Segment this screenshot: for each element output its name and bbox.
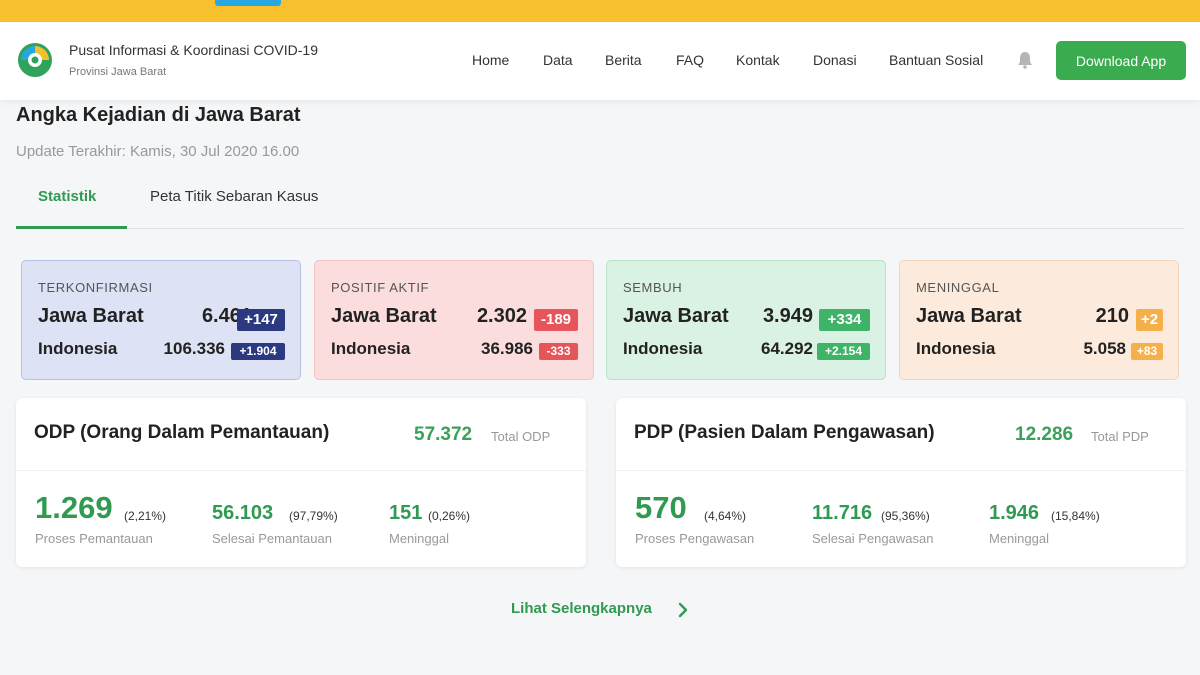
odp-selesai-label: Selesai Pemantauan	[212, 531, 332, 546]
pdp-meninggal-value: 1.946	[989, 502, 1040, 524]
card-terkonfirmasi: TERKONFIRMASI Jawa Barat 6.461 +147 Indo…	[21, 260, 301, 380]
jabar-delta-badge: +2	[1136, 309, 1163, 331]
pdp-selesai-label: Selesai Pengawasan	[812, 531, 934, 546]
jabar-delta-badge: +147	[237, 309, 285, 331]
card-title: TERKONFIRMASI	[38, 280, 153, 295]
page-title: Angka Kejadian di Jawa Barat	[16, 104, 301, 126]
pikobar-logo[interactable]	[16, 41, 54, 79]
panel-divider	[616, 470, 1186, 471]
odp-meninggal-pct: (0,26%)	[428, 509, 471, 523]
pdp-proses-label: Proses Pengawasan	[635, 531, 755, 546]
odp-panel: ODP (Orang Dalam Pemantauan) 57.372 Tota…	[16, 398, 586, 567]
tab-statistik[interactable]: Statistik	[38, 188, 96, 205]
odp-proses-pct: (2,21%)	[124, 509, 167, 523]
card-sembuh: SEMBUH Jawa Barat 3.949 +334 Indonesia 6…	[606, 260, 886, 380]
odp-selesai-value: 56.103	[212, 502, 274, 524]
odp-proses-value: 1.269	[35, 490, 113, 525]
odp-total-value: 57.372	[414, 424, 473, 445]
see-more-link[interactable]: Lihat Selengkapnya	[511, 600, 652, 617]
pdp-selesai-value: 11.716	[812, 502, 873, 524]
indonesia-value: 106.336	[163, 339, 225, 358]
pdp-total-label: Total PDP	[1091, 429, 1149, 444]
pdp-selesai-pct: (95,36%)	[881, 509, 930, 523]
nav-home[interactable]: Home	[472, 52, 509, 68]
card-title: MENINGGAL	[916, 280, 1000, 295]
last-update-text: Update Terakhir: Kamis, 30 Jul 2020 16.0…	[16, 143, 300, 160]
card-title: SEMBUH	[623, 280, 683, 295]
odp-meninggal-value: 151	[389, 502, 423, 524]
bell-icon[interactable]	[1017, 51, 1033, 69]
odp-total-label: Total ODP	[491, 429, 551, 444]
region-label-indonesia: Indonesia	[623, 339, 703, 358]
download-app-button[interactable]: Download App	[1056, 41, 1186, 80]
region-label-indonesia: Indonesia	[38, 339, 118, 358]
brand-title[interactable]: Pusat Informasi & Koordinasi COVID-19	[69, 42, 318, 58]
nav-donasi[interactable]: Donasi	[813, 52, 857, 68]
nav-faq[interactable]: FAQ	[676, 52, 704, 68]
odp-selesai-pct: (97,79%)	[289, 509, 338, 523]
region-label-jabar: Jawa Barat	[623, 305, 729, 327]
indonesia-delta-badge: +2.154	[817, 343, 870, 360]
nav-berita[interactable]: Berita	[605, 52, 642, 68]
jabar-delta-badge: -189	[534, 309, 578, 331]
pdp-title: PDP (Pasien Dalam Pengawasan)	[634, 422, 935, 443]
indonesia-value: 5.058	[1083, 339, 1126, 358]
card-title: POSITIF AKTIF	[331, 280, 430, 295]
odp-title: ODP (Orang Dalam Pemantauan)	[34, 422, 330, 443]
chevron-right-icon[interactable]	[677, 602, 689, 618]
jabar-delta-badge: +334	[819, 309, 870, 331]
nav-bantuan-sosial[interactable]: Bantuan Sosial	[889, 52, 983, 68]
pdp-meninggal-pct: (15,84%)	[1051, 509, 1100, 523]
indonesia-delta-badge: -333	[539, 343, 578, 360]
pdp-panel: PDP (Pasien Dalam Pengawasan) 12.286 Tot…	[616, 398, 1186, 567]
jabar-value: 3.949	[762, 305, 813, 327]
odp-proses-label: Proses Pemantauan	[35, 531, 153, 546]
jabar-value: 210	[1095, 305, 1129, 327]
region-label-jabar: Jawa Barat	[331, 305, 437, 327]
region-label-jabar: Jawa Barat	[916, 305, 1022, 327]
indonesia-delta-badge: +1.904	[231, 343, 285, 360]
nav-kontak[interactable]: Kontak	[736, 52, 780, 68]
jabar-value: 2.302	[476, 305, 527, 327]
indonesia-value: 64.292	[761, 339, 813, 358]
tabs-divider	[16, 228, 1184, 229]
top-banner-button[interactable]	[215, 0, 281, 6]
panel-divider	[16, 470, 586, 471]
brand-subtitle: Provinsi Jawa Barat	[69, 66, 167, 78]
odp-meninggal-label: Meninggal	[389, 531, 449, 546]
pdp-meninggal-label: Meninggal	[989, 531, 1049, 546]
card-positif-aktif: POSITIF AKTIF Jawa Barat 2.302 -189 Indo…	[314, 260, 594, 380]
navbar: Pusat Informasi & Koordinasi COVID-19 Pr…	[0, 22, 1200, 100]
indonesia-value: 36.986	[481, 339, 533, 358]
region-label-indonesia: Indonesia	[916, 339, 996, 358]
card-meninggal: MENINGGAL Jawa Barat 210 +2 Indonesia 5.…	[899, 260, 1179, 380]
tab-peta-sebaran[interactable]: Peta Titik Sebaran Kasus	[150, 188, 318, 205]
indonesia-delta-badge: +83	[1131, 343, 1163, 360]
pdp-proses-pct: (4,64%)	[704, 509, 747, 523]
pdp-proses-value: 570	[635, 490, 687, 525]
nav-data[interactable]: Data	[543, 52, 573, 68]
top-banner-strip	[0, 0, 1200, 22]
active-tab-indicator	[16, 226, 127, 229]
region-label-indonesia: Indonesia	[331, 339, 411, 358]
pdp-total-value: 12.286	[1015, 424, 1074, 445]
region-label-jabar: Jawa Barat	[38, 305, 144, 327]
